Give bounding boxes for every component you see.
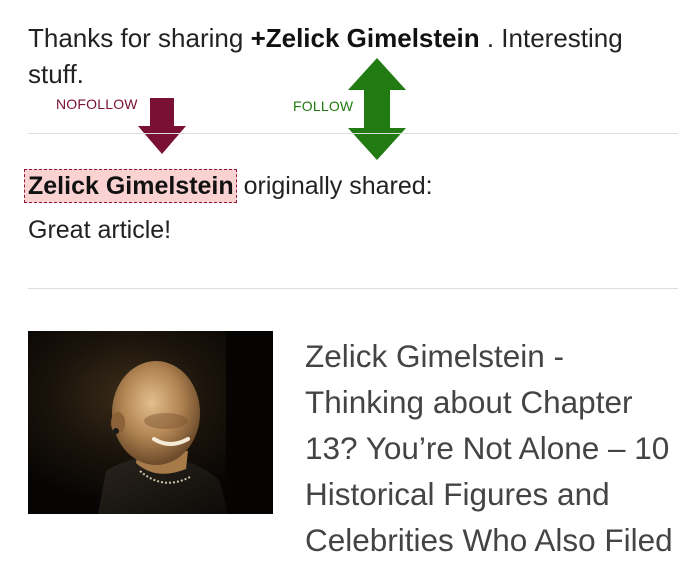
shared-comment-text: Great article!	[28, 216, 172, 244]
nofollow-arrow-icon	[138, 98, 186, 154]
nofollow-label: NOFOLLOW	[56, 96, 138, 112]
divider	[28, 133, 678, 134]
follow-label: FOLLOW	[293, 98, 354, 114]
link-thumbnail[interactable]	[28, 331, 273, 514]
link-preview-title[interactable]: Zelick Gimelstein - Thinking about Chapt…	[305, 333, 690, 563]
mention-link[interactable]: +Zelick Gimelstein	[251, 23, 480, 53]
shared-verb-text: originally shared:	[243, 172, 433, 200]
shared-attribution: Zelick Gimelstein originally shared:	[24, 168, 433, 204]
portrait-image	[28, 331, 273, 514]
divider	[28, 288, 678, 289]
shared-author-link[interactable]: Zelick Gimelstein	[24, 169, 237, 203]
follow-double-arrow-icon	[348, 58, 406, 160]
intro-before-text: Thanks for sharing	[28, 23, 251, 53]
